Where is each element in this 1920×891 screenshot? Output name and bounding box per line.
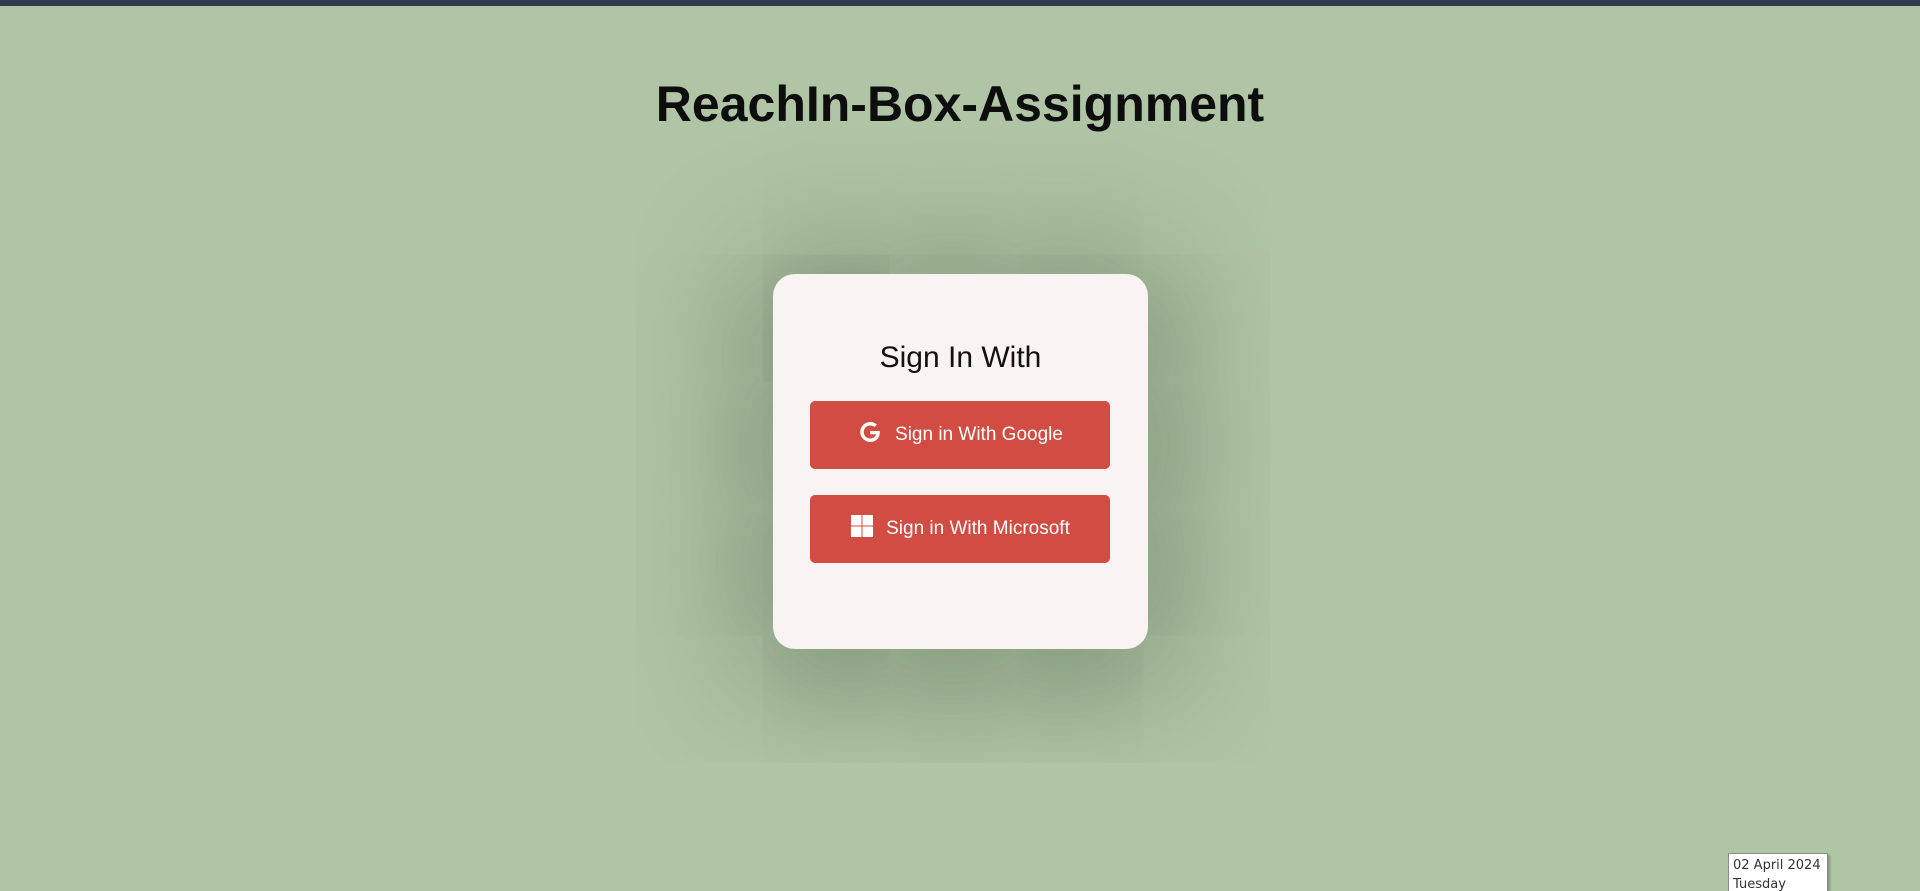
google-icon <box>857 419 883 445</box>
date-tooltip-weekday: Tuesday <box>1733 877 1786 891</box>
date-tooltip: 02 April 2024 Tuesday <box>1728 853 1828 891</box>
microsoft-signin-label: Sign in With Microsoft <box>886 518 1070 539</box>
page-title: ReachIn-Box-Assignment <box>655 76 1265 132</box>
microsoft-signin-button[interactable]: Sign in With Microsoft <box>810 495 1110 563</box>
signin-heading: Sign In With <box>879 341 1042 374</box>
windows-icon <box>850 514 874 538</box>
top-bar <box>0 0 1920 6</box>
signin-card: Sign In With Sign in With Google Sign in… <box>773 274 1148 649</box>
google-signin-label: Sign in With Google <box>895 424 1063 445</box>
date-tooltip-date: 02 April 2024 <box>1733 858 1821 873</box>
google-signin-button[interactable]: Sign in With Google <box>810 401 1110 469</box>
